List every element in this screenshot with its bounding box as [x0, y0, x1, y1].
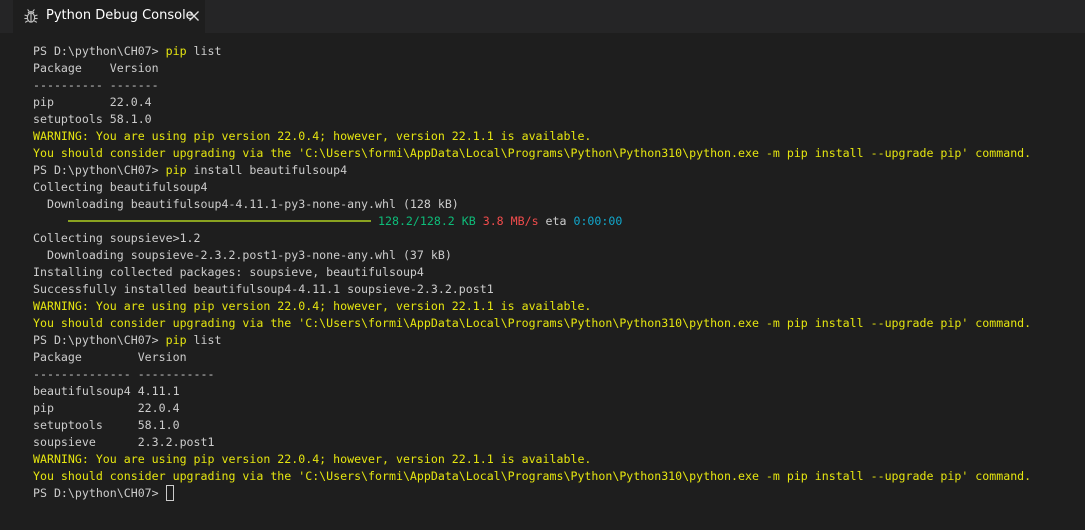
terminal-text: pip	[165, 44, 187, 58]
terminal-text: setuptools 58.1.0	[33, 418, 180, 432]
terminal-text: ---------- -------	[33, 78, 159, 92]
terminal-text: list	[186, 333, 222, 347]
tab-label: Python Debug Console	[46, 8, 194, 23]
terminal-line: You should consider upgrading via the 'C…	[33, 145, 1073, 162]
terminal-line: Successfully installed beautifulsoup4-4.…	[33, 281, 1073, 298]
terminal-line: Package Version	[33, 60, 1073, 77]
terminal-text: PS D:\python\CH07>	[33, 44, 166, 58]
terminal-text: Downloading beautifulsoup4-4.11.1-py3-no…	[33, 197, 459, 211]
bug-icon	[22, 7, 40, 25]
terminal-text: WARNING: You are using pip version 22.0.…	[33, 129, 592, 143]
terminal-line: WARNING: You are using pip version 22.0.…	[33, 298, 1073, 315]
terminal-text: Installing collected packages: soupsieve…	[33, 265, 424, 279]
terminal-text: Collecting soupsieve>1.2	[33, 231, 201, 245]
terminal-line: You should consider upgrading via the 'C…	[33, 315, 1073, 332]
terminal-text: pip 22.0.4	[33, 95, 152, 109]
terminal-line: 128.2/128.2 KB 3.8 MB/s eta 0:00:00	[33, 213, 1073, 230]
terminal-line: Downloading beautifulsoup4-4.11.1-py3-no…	[33, 196, 1073, 213]
download-progress-bar	[68, 219, 371, 222]
terminal-text: WARNING: You are using pip version 22.0.…	[33, 452, 592, 466]
terminal-line: pip 22.0.4	[33, 94, 1073, 111]
terminal-line: setuptools 58.1.0	[33, 111, 1073, 128]
terminal-line: Downloading soupsieve-2.3.2.post1-py3-no…	[33, 247, 1073, 264]
terminal-text: PS D:\python\CH07>	[33, 486, 166, 500]
terminal-text: setuptools 58.1.0	[33, 112, 152, 126]
terminal-text: list	[186, 44, 222, 58]
terminal-text: 3.8 MB/s	[482, 214, 539, 228]
terminal-text: 0:00:00	[573, 214, 623, 228]
terminal-text: Downloading soupsieve-2.3.2.post1-py3-no…	[33, 248, 452, 262]
terminal-line: WARNING: You are using pip version 22.0.…	[33, 128, 1073, 145]
terminal-line: PS D:\python\CH07> pip list	[33, 332, 1073, 349]
terminal-text: pip 22.0.4	[33, 401, 180, 415]
terminal-text: eta	[538, 214, 574, 228]
terminal-line: pip 22.0.4	[33, 400, 1073, 417]
terminal-line: PS D:\python\CH07> pip install beautiful…	[33, 162, 1073, 179]
terminal-output[interactable]: PS D:\python\CH07> pip list Package Versi…	[33, 43, 1073, 513]
terminal-text: Collecting beautifulsoup4	[33, 180, 208, 194]
terminal-text: install beautifulsoup4	[186, 163, 348, 177]
terminal-text: Package Version	[33, 61, 159, 75]
terminal-text: PS D:\python\CH07>	[33, 333, 166, 347]
terminal-line: PS D:\python\CH07>	[33, 484, 1073, 502]
terminal-text: You should consider upgrading via the 'C…	[33, 316, 1032, 330]
terminal-line: Package Version	[33, 349, 1073, 366]
terminal-text: Successfully installed beautifulsoup4-4.…	[33, 282, 494, 296]
terminal-line: ---------- -------	[33, 77, 1073, 94]
terminal-line: Collecting beautifulsoup4	[33, 179, 1073, 196]
terminal-line: Installing collected packages: soupsieve…	[33, 264, 1073, 281]
terminal-line: Collecting soupsieve>1.2	[33, 230, 1073, 247]
terminal-text: 128.2/128.2 KB	[378, 214, 476, 228]
tab-bar: Python Debug Console	[0, 0, 1085, 33]
terminal-line: setuptools 58.1.0	[33, 417, 1073, 434]
terminal-text: You should consider upgrading via the 'C…	[33, 469, 1032, 483]
terminal-line: PS D:\python\CH07> pip list	[33, 43, 1073, 60]
terminal-line: beautifulsoup4 4.11.1	[33, 383, 1073, 400]
terminal-line: -------------- -----------	[33, 366, 1073, 383]
terminal-text: beautifulsoup4 4.11.1	[33, 384, 180, 398]
tab-python-debug-console[interactable]: Python Debug Console	[13, 0, 205, 33]
terminal-text: pip	[165, 333, 187, 347]
terminal-text: -------------- -----------	[33, 367, 215, 381]
terminal-text: soupsieve 2.3.2.post1	[33, 435, 215, 449]
terminal-line: WARNING: You are using pip version 22.0.…	[33, 451, 1073, 468]
terminal-text: You should consider upgrading via the 'C…	[33, 146, 1032, 160]
terminal-text: WARNING: You are using pip version 22.0.…	[33, 299, 592, 313]
terminal-cursor	[165, 484, 174, 501]
terminal-line: You should consider upgrading via the 'C…	[33, 468, 1073, 485]
terminal-text: pip	[165, 163, 187, 177]
terminal-text: Package Version	[33, 350, 187, 364]
close-icon[interactable]	[187, 9, 201, 23]
terminal-text: PS D:\python\CH07>	[33, 163, 166, 177]
terminal-line: soupsieve 2.3.2.post1	[33, 434, 1073, 451]
